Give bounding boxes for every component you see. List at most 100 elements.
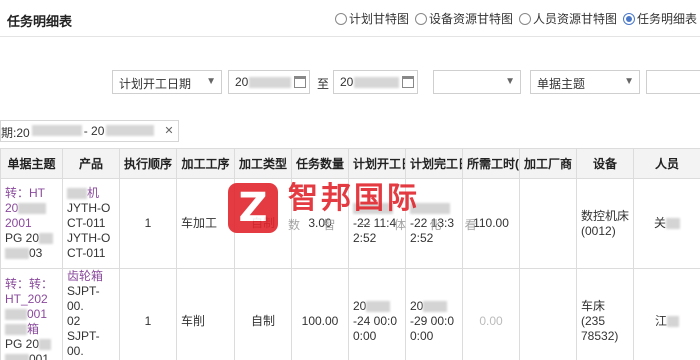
redacted-text: [667, 316, 679, 328]
redacted-text: [106, 125, 155, 136]
type-cell: 自制: [234, 178, 292, 269]
chevron-down-icon: ▼: [206, 76, 216, 87]
radio-icon[interactable]: [414, 12, 427, 25]
column-header[interactable]: 加工厂商: [519, 148, 577, 179]
search-input[interactable]: [646, 70, 700, 94]
column-header[interactable]: 所需工时(h: [462, 148, 520, 179]
person-name: 关: [653, 216, 666, 230]
product-name[interactable]: 齿轮箱: [67, 270, 115, 285]
document-link[interactable]: 转：转：: [5, 277, 58, 292]
column-header[interactable]: 产品: [62, 148, 120, 179]
product-cell: 机 JYTH-O CT-011 JYTH-O CT-011: [62, 178, 120, 269]
table-header-row: 单据主题 产品 执行顺序 加工工序 加工类型 任务数量 计划开工日 计划完工日 …: [0, 148, 700, 179]
start-date-text: 0:00: [353, 329, 377, 343]
column-header[interactable]: 计划开工日: [348, 148, 406, 179]
redacted-text: [410, 203, 450, 215]
radio-icon[interactable]: [518, 12, 531, 25]
order-cell: 1: [119, 178, 177, 269]
redacted-text: [366, 301, 391, 313]
end-date-text: 0:00: [410, 329, 434, 343]
document-link[interactable]: 箱: [27, 322, 39, 336]
column-header[interactable]: 加工类型: [234, 148, 292, 179]
date-field-value: 计划开工日期: [119, 77, 192, 91]
date-field-select[interactable]: 计划开工日期 ▼: [112, 70, 222, 94]
close-icon[interactable]: ✕: [164, 124, 173, 137]
person-name: 江: [654, 314, 667, 328]
extra-filter-select[interactable]: ▼: [433, 70, 521, 94]
column-header[interactable]: 计划完工日: [405, 148, 463, 179]
document-code: 03: [29, 246, 43, 260]
view-task-detail[interactable]: 任务明细表: [622, 10, 697, 27]
end-date-text: -29 00:0: [410, 314, 455, 328]
redacted-text: [5, 248, 29, 260]
quantity-cell: 100.00: [291, 268, 349, 360]
redacted-text: [39, 233, 54, 245]
start-date-text: -22 11:4: [353, 216, 397, 230]
radio-checked-icon[interactable]: [622, 12, 635, 25]
redacted-text: [67, 188, 87, 200]
redacted-text: [354, 77, 400, 89]
column-header[interactable]: 任务数量: [291, 148, 349, 179]
table-row[interactable]: 转：HT 20 2001 PG 20 03 机 JYTH-O CT-011 JY…: [0, 178, 700, 269]
product-name[interactable]: 机: [87, 186, 99, 200]
column-header[interactable]: 设备: [576, 148, 634, 179]
product-spec: JYTH-O: [67, 231, 111, 245]
equipment-code: 78532): [581, 329, 619, 343]
chevron-down-icon: ▼: [624, 76, 634, 87]
date-from-input[interactable]: 20: [228, 70, 310, 94]
view-equipment-gantt[interactable]: 设备资源甘特图: [414, 10, 513, 27]
document-link[interactable]: 转：HT: [5, 186, 58, 201]
active-filter-row: 期:20 - 20 ✕: [0, 120, 179, 142]
date-to-value: 20: [340, 75, 354, 89]
column-header[interactable]: 执行顺序: [119, 148, 177, 179]
document-code: 001: [29, 351, 50, 360]
column-header[interactable]: 加工工序: [176, 148, 235, 179]
document-link[interactable]: 2001: [5, 216, 58, 231]
equipment-cell: 数控机床 (0012): [576, 178, 634, 269]
end-date-text: 2:52: [410, 231, 434, 245]
document-cell[interactable]: 转：转： HT_202 001 箱 PG 20 001: [0, 268, 63, 360]
redacted-text: [31, 125, 82, 136]
active-filter-tag: 期:20 - 20 ✕: [0, 120, 179, 142]
process-cell: 车加工: [176, 178, 235, 269]
calendar-icon[interactable]: [294, 76, 306, 88]
document-cell[interactable]: 转：HT 20 2001 PG 20 03: [0, 178, 63, 269]
document-field-select[interactable]: 单据主题 ▼: [530, 70, 640, 94]
start-date-cell: -22 11:4 2:52: [348, 178, 406, 269]
date-to-input[interactable]: 20: [333, 70, 418, 94]
view-label: 设备资源甘特图: [428, 12, 513, 26]
document-field-value: 单据主题: [537, 77, 586, 91]
redacted-text: [5, 308, 27, 320]
view-plan-gantt[interactable]: 计划甘特图: [334, 10, 409, 27]
view-label: 任务明细表: [636, 12, 697, 26]
vendor-cell: [519, 178, 577, 269]
redacted-text: [5, 353, 29, 360]
end-date-cell: -22 13:3 2:52: [405, 178, 463, 269]
type-cell: 自制: [234, 268, 292, 360]
radio-icon[interactable]: [334, 12, 347, 25]
calendar-icon[interactable]: [402, 76, 414, 88]
column-header[interactable]: 人员: [633, 148, 700, 179]
end-date-text: 20: [410, 299, 424, 313]
document-link[interactable]: HT_202: [5, 292, 58, 307]
redacted-text: [353, 203, 393, 215]
redacted-text: [249, 77, 292, 89]
range-to-label: 至: [317, 77, 330, 91]
document-code: PG 20: [5, 231, 40, 245]
chevron-down-icon: ▼: [505, 76, 515, 87]
filter-bar: 计划开工日期 ▼ 20 20 ▼ 单据主题 ▼: [0, 70, 700, 94]
start-date-cell: 20 -24 00:0 0:00: [348, 268, 406, 360]
date-from-value: 20: [235, 75, 249, 89]
equipment-name: 数控机床: [581, 208, 630, 223]
view-label: 人员资源甘特图: [532, 12, 617, 26]
task-table: 单据主题 产品 执行顺序 加工工序 加工类型 任务数量 计划开工日 计划完工日 …: [0, 148, 700, 360]
redacted-text: [5, 323, 27, 335]
table-row[interactable]: 转：转： HT_202 001 箱 PG 20 001 齿轮箱 SJPT-00.…: [0, 268, 700, 360]
product-code: CT-011: [67, 216, 106, 230]
product-spec: SJPT-00.: [67, 329, 100, 358]
redacted-text: [423, 301, 448, 313]
document-link[interactable]: 20: [5, 201, 18, 215]
column-header[interactable]: 单据主题: [0, 148, 63, 179]
view-staff-gantt[interactable]: 人员资源甘特图: [518, 10, 617, 27]
document-link[interactable]: 001: [27, 307, 47, 321]
